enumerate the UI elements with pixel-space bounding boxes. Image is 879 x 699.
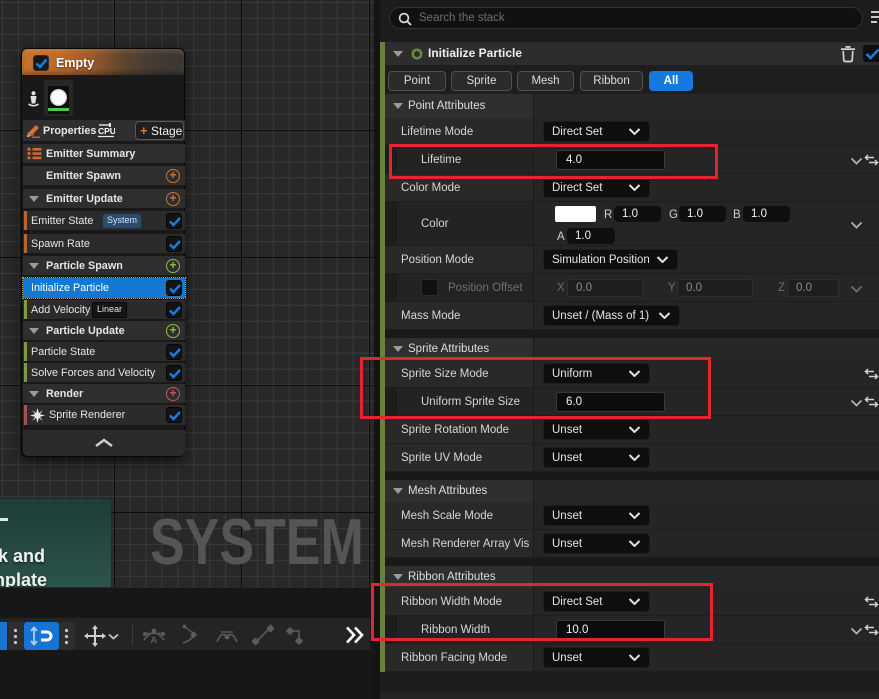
svg-text:CPU: CPU [98, 126, 115, 136]
svg-text:A: A [151, 635, 158, 645]
